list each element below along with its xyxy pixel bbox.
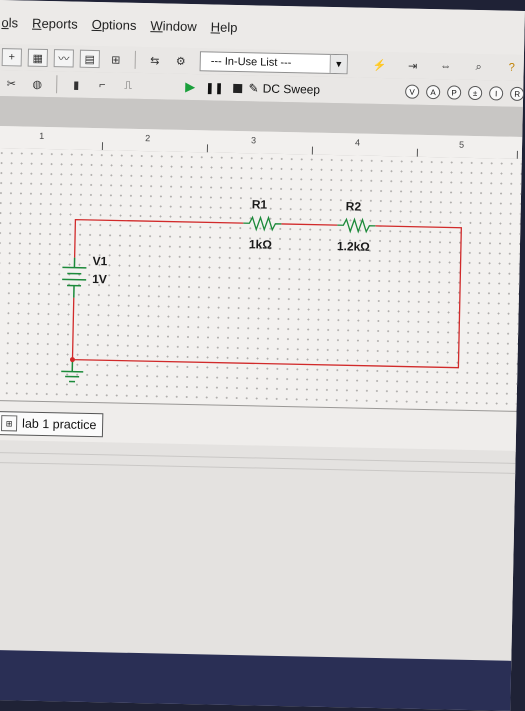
- cut-icon[interactable]: ✂: [1, 74, 21, 92]
- ruler-label: 5: [459, 140, 464, 150]
- taskbar: [0, 650, 525, 711]
- divider: [0, 452, 525, 464]
- dc-sweep-button[interactable]: ✎ DC Sweep: [248, 81, 320, 96]
- in-use-list-label: --- In-Use List ---: [211, 55, 292, 69]
- run-icon[interactable]: ▶: [185, 79, 195, 95]
- voltmeter-icon[interactable]: V: [405, 85, 419, 99]
- screen: ols Reports Options Window Help + ▦ 〰 ▤ …: [0, 0, 525, 711]
- ruler-label: 2: [145, 133, 150, 143]
- divider: [0, 462, 525, 474]
- instrument-icons: V A P ± I R: [405, 85, 524, 101]
- grid-icon[interactable]: ▦: [28, 49, 48, 67]
- schematic-icon: ⊞: [1, 415, 17, 431]
- component-icon[interactable]: ◍: [27, 75, 47, 93]
- ruler-label: 4: [355, 137, 360, 147]
- help-icon[interactable]: ?: [502, 59, 522, 77]
- pulse-icon[interactable]: ⎍: [118, 76, 138, 94]
- r2-resistor: [337, 219, 375, 232]
- v1-name: V1: [92, 254, 107, 268]
- menu-reports[interactable]: Reports: [32, 15, 78, 31]
- analysis-icon: ✎: [248, 81, 258, 95]
- r2-value: 1.2kΩ: [337, 239, 370, 254]
- ground-symbol: [61, 359, 83, 381]
- v1-value: 1V: [92, 272, 107, 286]
- pause-icon[interactable]: ❚❚: [205, 81, 224, 94]
- database-icon[interactable]: ⚙: [171, 52, 191, 70]
- differential-probe-icon[interactable]: ±: [468, 86, 482, 100]
- r1-name: R1: [252, 197, 268, 211]
- separator: [56, 75, 57, 93]
- search-icon[interactable]: ⌕: [469, 58, 489, 76]
- stop-icon[interactable]: [234, 83, 243, 92]
- junction-dot: [70, 357, 75, 362]
- menu-options[interactable]: Options: [92, 16, 137, 32]
- r1-resistor: [243, 217, 281, 230]
- ruler-tick: [102, 142, 103, 150]
- toolbar-right-icons: ⚡ ⇥ ⇔ ⌕ ?: [367, 56, 525, 77]
- probe-circle-icon[interactable]: P: [447, 85, 461, 99]
- spreadsheet-icon[interactable]: ▤: [80, 50, 100, 68]
- ruler-label: 3: [251, 135, 256, 145]
- menu-tools[interactable]: ols: [1, 15, 18, 30]
- battery-icon[interactable]: ▮: [66, 75, 86, 93]
- r2-name: R2: [346, 199, 362, 213]
- circuit-diagram: [0, 148, 525, 411]
- spreadsheet-view: [0, 440, 525, 671]
- chevron-down-icon: ▼: [330, 55, 347, 73]
- reference-probe-icon[interactable]: R: [510, 87, 524, 101]
- probe-icon[interactable]: ⚡: [370, 56, 390, 74]
- dc-sweep-label: DC Sweep: [263, 82, 321, 97]
- menu-help[interactable]: Help: [211, 19, 238, 35]
- wire-icon[interactable]: ⌐: [92, 76, 112, 94]
- ruler-tick: [517, 151, 518, 159]
- tab-lab-1-practice[interactable]: ⊞ lab 1 practice: [0, 411, 104, 437]
- ruler-tick: [207, 144, 208, 152]
- wire-between-resistors: [281, 224, 337, 225]
- current-probe-icon[interactable]: I: [489, 86, 503, 100]
- r1-value: 1kΩ: [249, 237, 272, 251]
- place-component-icon[interactable]: +: [2, 48, 22, 66]
- hierarchy-icon[interactable]: ⊞: [106, 50, 126, 68]
- ammeter-icon[interactable]: A: [426, 85, 440, 99]
- export-icon[interactable]: ⇥: [403, 56, 423, 74]
- tab-label: lab 1 practice: [22, 417, 97, 433]
- schematic-canvas[interactable]: R1 1kΩ R2 1.2kΩ V1 1V: [0, 148, 525, 411]
- ruler-tick: [417, 149, 418, 157]
- in-use-list-dropdown[interactable]: --- In-Use List --- ▼: [200, 51, 348, 74]
- v1-battery: [62, 257, 87, 297]
- link-icon[interactable]: ⇔: [436, 57, 456, 75]
- ruler-tick: [312, 147, 313, 155]
- separator: [135, 51, 136, 69]
- tool-icon[interactable]: ⇆: [145, 51, 165, 69]
- graph-icon[interactable]: 〰: [54, 49, 74, 67]
- ruler-label: 1: [39, 131, 44, 141]
- menu-window[interactable]: Window: [150, 18, 197, 34]
